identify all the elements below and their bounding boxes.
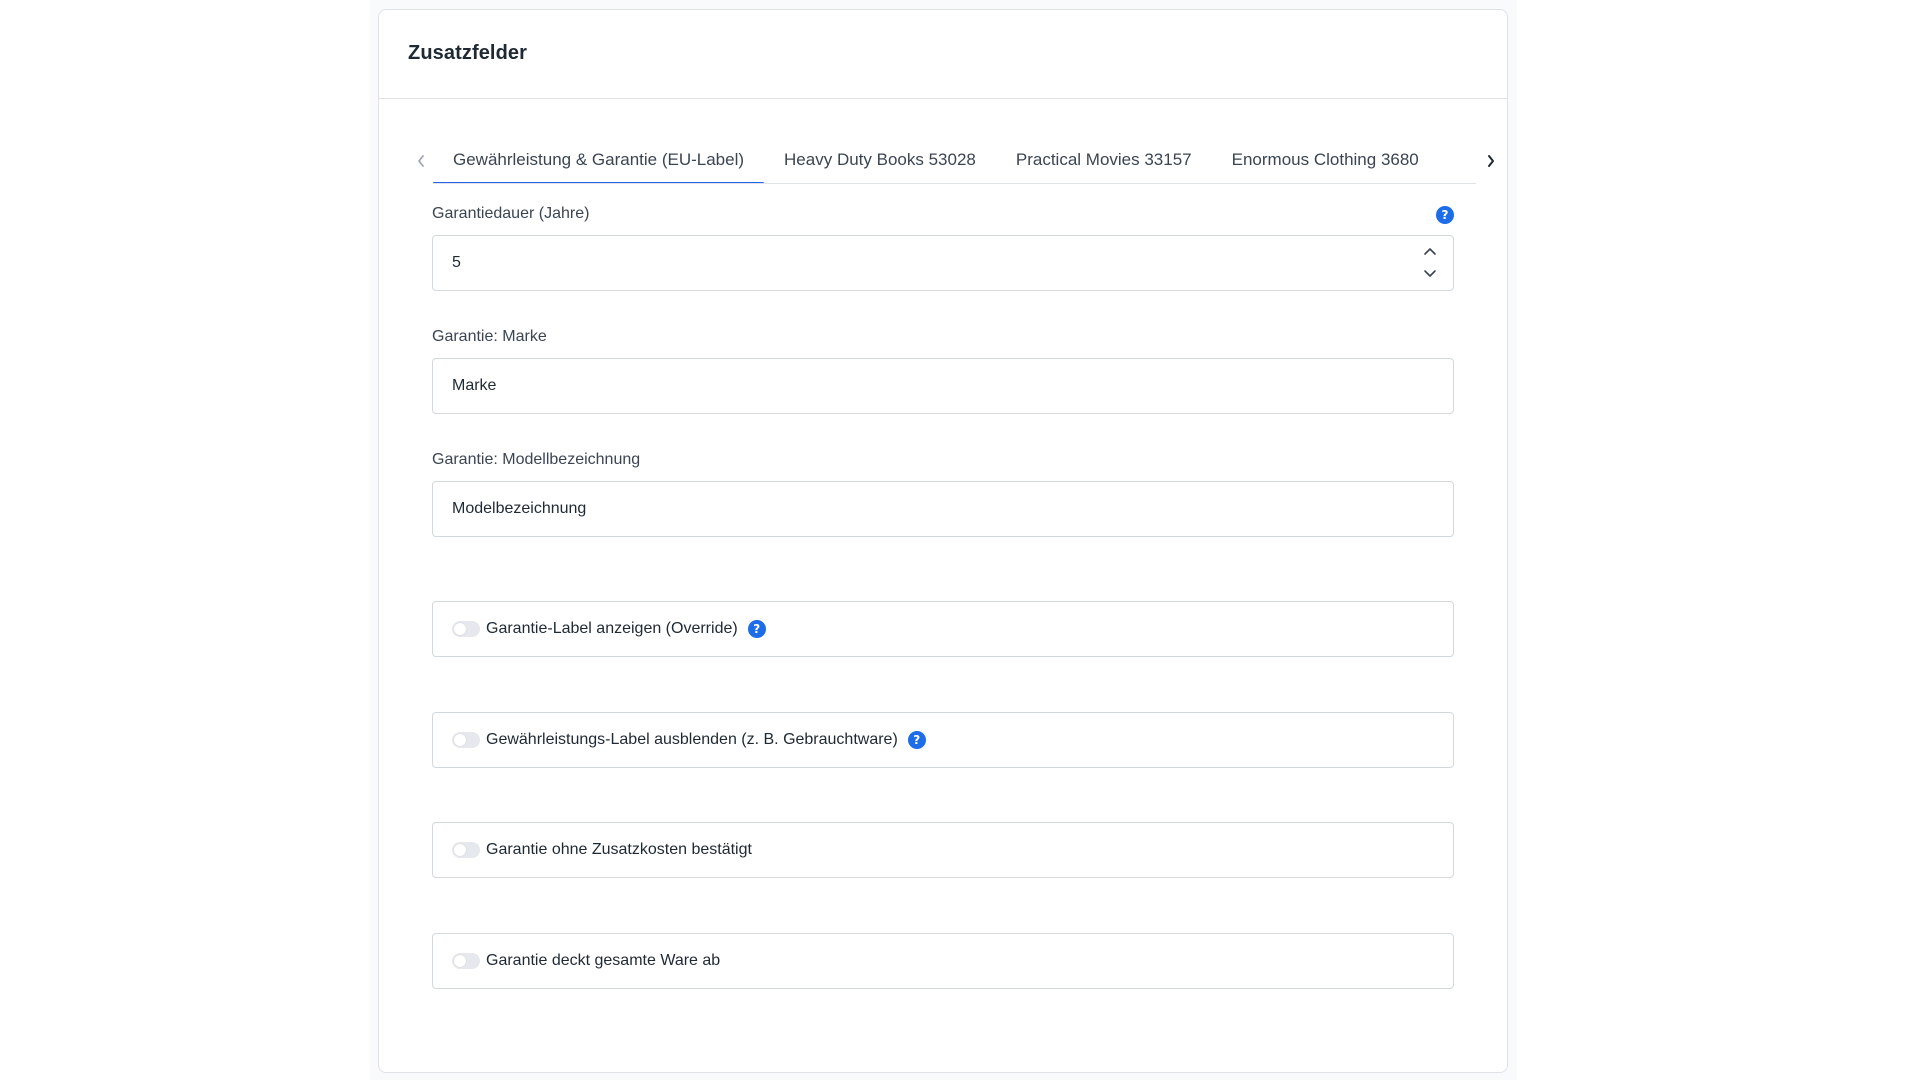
tabs-next-button[interactable] bbox=[1481, 149, 1501, 173]
help-icon[interactable]: ? bbox=[907, 731, 926, 749]
chevron-up-icon[interactable] bbox=[1423, 243, 1437, 261]
warranty-duration-wrapper bbox=[432, 235, 1454, 291]
tab-gewaehrleistung-garantie[interactable]: Gewährleistung & Garantie (EU-Label) bbox=[433, 136, 765, 183]
no-extra-cost-switch[interactable] bbox=[452, 842, 480, 858]
toggle-hide-warranty-label: Gewährleistungs-Label ausblenden (z. B. … bbox=[432, 712, 1454, 768]
warranty-brand-input[interactable] bbox=[432, 358, 1454, 414]
chevron-right-icon bbox=[1488, 155, 1494, 167]
show-label-override-label: Garantie-Label anzeigen (Override) bbox=[486, 620, 738, 637]
warranty-model-label: Garantie: Modellbezeichnung bbox=[432, 451, 641, 468]
show-label-override-switch[interactable] bbox=[452, 621, 480, 637]
covers-all-goods-label: Garantie deckt gesamte Ware ab bbox=[486, 952, 721, 969]
chevron-left-icon bbox=[418, 155, 424, 167]
help-icon[interactable]: ? bbox=[1436, 206, 1454, 224]
help-icon[interactable]: ? bbox=[747, 620, 766, 638]
tabs-prev-button[interactable] bbox=[411, 149, 431, 173]
warranty-duration-label: Garantiedauer (Jahre) bbox=[432, 205, 590, 222]
hide-warranty-label-switch[interactable] bbox=[452, 732, 480, 748]
chevron-down-icon[interactable] bbox=[1423, 265, 1437, 283]
tab-heavy-duty-books[interactable]: Heavy Duty Books 53028 bbox=[764, 136, 996, 183]
card-header: Zusatzfelder bbox=[379, 10, 1507, 99]
toggle-covers-all-goods: Garantie deckt gesamte Ware ab bbox=[432, 933, 1454, 989]
card-title: Zusatzfelder bbox=[408, 42, 528, 64]
hide-warranty-label-label: Gewährleistungs-Label ausblenden (z. B. … bbox=[486, 731, 898, 748]
additional-fields-card: Zusatzfelder Gewährleistung & Garantie (… bbox=[378, 9, 1508, 1073]
warranty-brand-label: Garantie: Marke bbox=[432, 328, 547, 345]
tab-enormous-clothing[interactable]: Enormous Clothing 3680 bbox=[1212, 136, 1439, 183]
toggle-no-extra-cost: Garantie ohne Zusatzkosten bestätigt bbox=[432, 822, 1454, 878]
warranty-duration-input[interactable] bbox=[432, 235, 1454, 291]
tab-practical-movies[interactable]: Practical Movies 33157 bbox=[996, 136, 1212, 183]
quantity-stepper bbox=[1420, 243, 1440, 283]
tabs-list: Gewährleistung & Garantie (EU-Label) Hea… bbox=[433, 136, 1476, 184]
warranty-model-input[interactable] bbox=[432, 481, 1454, 537]
covers-all-goods-switch[interactable] bbox=[452, 953, 480, 969]
tabs-bar: Gewährleistung & Garantie (EU-Label) Hea… bbox=[411, 136, 1494, 184]
no-extra-cost-label: Garantie ohne Zusatzkosten bestätigt bbox=[486, 841, 752, 858]
toggle-show-label-override: Garantie-Label anzeigen (Override) ? bbox=[432, 601, 1454, 657]
